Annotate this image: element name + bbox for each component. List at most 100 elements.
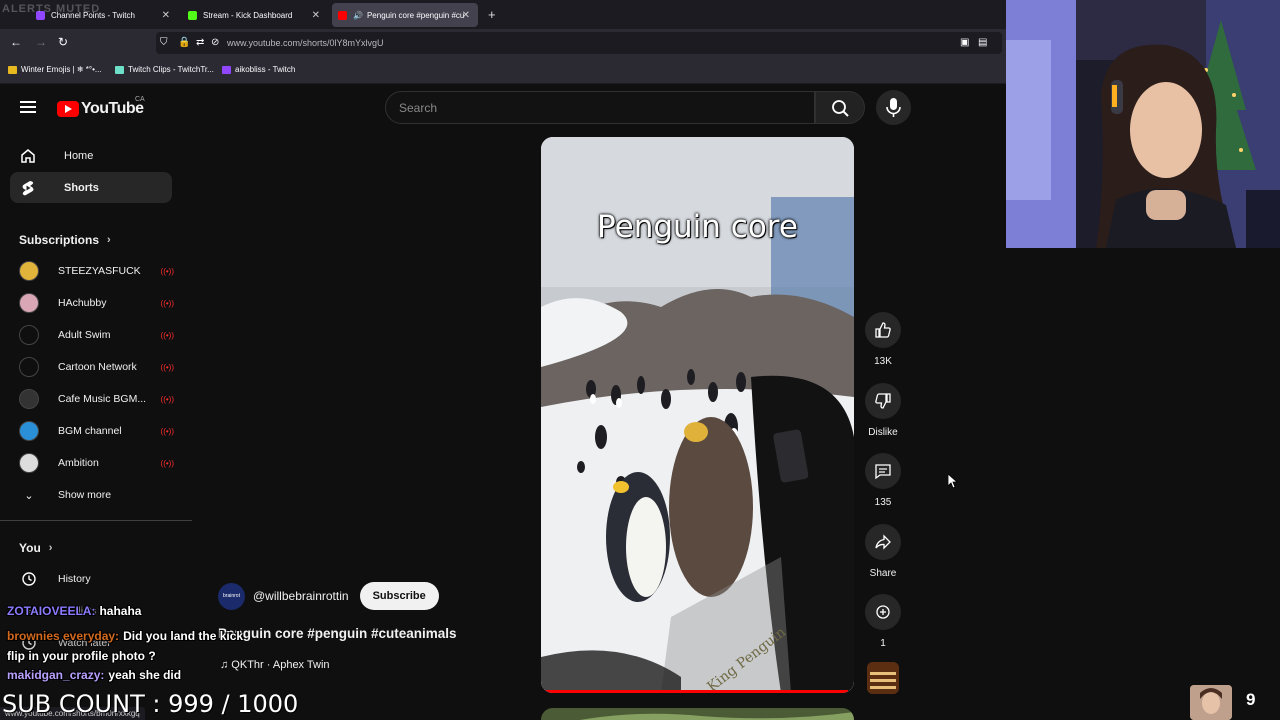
address-bar[interactable]: ⛉ 🔒 ⇄ ⊘ www.youtube.com/shorts/0lY8mYxlv…	[156, 32, 1002, 54]
youtube-logo[interactable]: YouTube	[57, 100, 144, 118]
sound-thumbnail[interactable]	[867, 662, 899, 694]
sidebar-item-history[interactable]: History	[19, 565, 174, 593]
lock-icon[interactable]: 🔒	[178, 37, 190, 48]
kick-icon	[188, 10, 197, 20]
subscriptions-header[interactable]: Subscriptions ›	[19, 233, 111, 247]
chat-username: brownies everyday:	[7, 629, 120, 643]
picture-in-picture-icon[interactable]: ▣	[960, 37, 969, 48]
speaker-icon: 🔊	[353, 10, 363, 20]
reload-icon[interactable]: ↻	[58, 35, 68, 49]
chat-message: makidgan_crazy: yeah she did	[7, 668, 181, 682]
tab-kick-dashboard[interactable]: Stream - Kick Dashboard ✕	[182, 3, 328, 27]
live-icon: ((•))	[160, 330, 174, 340]
new-tab-button[interactable]: +	[488, 7, 496, 22]
channel-avatar	[19, 453, 39, 473]
channel-avatar	[19, 421, 39, 441]
thumbs-down-button[interactable]	[865, 382, 901, 419]
subscription-item[interactable]: HAchubby ((•))	[19, 289, 174, 317]
history-icon	[19, 571, 39, 587]
action-label: 1	[880, 638, 886, 649]
video-progress-bar[interactable]	[541, 690, 848, 693]
bookmark-winter-emojis[interactable]: Winter Emojis | ❄ *°•...	[8, 65, 102, 74]
thumbs-up-button[interactable]	[865, 312, 901, 348]
voice-search-button[interactable]	[876, 90, 911, 125]
search-button[interactable]	[815, 91, 865, 124]
country-code: CA	[135, 96, 145, 103]
subscription-item[interactable]: Ambition ((•))	[19, 449, 174, 477]
thumbs-up-action[interactable]: 13K	[862, 312, 904, 367]
webcam-image	[1006, 0, 1280, 248]
menu-icon[interactable]	[20, 101, 36, 113]
reader-view-icon[interactable]: ▤	[978, 37, 987, 48]
share-button[interactable]	[865, 523, 901, 560]
subscription-name: Adult Swim	[58, 329, 111, 341]
bookmark-label: Winter Emojis | ❄ *°•...	[21, 65, 102, 74]
bookmark-label: Twitch Clips - TwitchTr...	[128, 65, 214, 74]
thumbs-down-action[interactable]: Dislike	[862, 382, 904, 438]
you-header[interactable]: You ›	[19, 541, 52, 555]
chevron-right-icon: ›	[107, 234, 111, 246]
remix-button[interactable]	[865, 594, 901, 630]
thumbs-up-icon	[874, 321, 892, 339]
shield-icon[interactable]: ⛉	[160, 37, 168, 48]
search-input[interactable]: Search	[385, 91, 815, 124]
channel-avatar	[19, 293, 39, 313]
sidebar-item-label: Home	[64, 149, 94, 162]
short-video-player[interactable]: King Penguin Penguin core	[541, 137, 854, 693]
bookmark-aikobliss[interactable]: aikobliss - Twitch	[222, 65, 295, 74]
show-more-label: Show more	[58, 489, 112, 501]
close-icon[interactable]: ✕	[462, 10, 470, 21]
live-icon: ((•))	[160, 394, 174, 404]
subscription-item[interactable]: BGM channel ((•))	[19, 417, 174, 445]
home-icon	[19, 147, 37, 165]
subscription-item[interactable]: Cafe Music BGM... ((•))	[19, 385, 174, 413]
show-more-button[interactable]: ⌄ Show more	[19, 481, 174, 509]
history-label: History	[58, 573, 91, 585]
subscription-item[interactable]: STEEZYASFUCK ((•))	[19, 257, 174, 285]
sidebar-item-shorts[interactable]: Shorts	[10, 172, 172, 203]
channel-row: brainrot @willbebrainrottin Subscribe	[218, 582, 439, 610]
youtube-page: YouTube CA Search Home Shorts Subscripti…	[0, 84, 1259, 720]
search-icon	[832, 100, 849, 117]
subscription-name: Cafe Music BGM...	[58, 393, 147, 405]
chat-message: ZOTAIOVEELA: hahaha	[7, 604, 141, 618]
live-icon: ((•))	[160, 298, 174, 308]
channel-avatar	[19, 261, 39, 281]
bookmark-twitch-clips[interactable]: Twitch Clips - TwitchTr...	[115, 65, 214, 74]
autoplay-blocked-icon[interactable]: ⊘	[211, 37, 219, 48]
youtube-play-icon	[57, 101, 79, 117]
channel-name[interactable]: @willbebrainrottin	[253, 589, 349, 603]
close-icon[interactable]: ✕	[162, 10, 170, 21]
tab-bar: Channel Points - Twitch ✕ Stream - Kick …	[0, 0, 1006, 29]
navigation-bar: ← → ↻ ⛉ 🔒 ⇄ ⊘ www.youtube.com/shorts/0lY…	[0, 29, 1006, 57]
action-label: 135	[874, 497, 892, 508]
sidebar-divider	[0, 520, 192, 521]
youtube-icon	[338, 10, 347, 20]
channel-avatar	[19, 325, 39, 345]
sidebar-item-label: Shorts	[64, 181, 99, 194]
sidebar-item-home[interactable]: Home	[10, 140, 172, 171]
viewer-avatar	[1190, 685, 1232, 720]
back-icon[interactable]: ←	[10, 35, 22, 49]
remix-action[interactable]: 1	[862, 594, 904, 649]
comment-action[interactable]: 135	[862, 453, 904, 508]
tab-youtube-short[interactable]: 🔊 Penguin core #penguin #cu ✕	[332, 3, 478, 27]
chat-username: makidgan_crazy:	[7, 668, 105, 682]
microphone-icon	[886, 98, 901, 117]
close-icon[interactable]: ✕	[312, 10, 320, 21]
chat-username: ZOTAIOVEELA:	[7, 604, 96, 618]
remix-icon	[874, 603, 892, 621]
forward-icon[interactable]: →	[35, 35, 47, 49]
subscribe-button[interactable]: Subscribe	[359, 582, 439, 610]
permissions-icon[interactable]: ⇄	[196, 37, 204, 48]
bookmark-label: aikobliss - Twitch	[235, 65, 296, 74]
comment-button[interactable]	[865, 453, 901, 489]
tab-label: Stream - Kick Dashboard	[203, 10, 293, 20]
action-label: 13K	[874, 356, 892, 367]
subscription-item[interactable]: Adult Swim ((•))	[19, 321, 174, 349]
channel-avatar[interactable]: brainrot	[218, 582, 245, 610]
url-text: www.youtube.com/shorts/0lY8mYxlvgU	[227, 38, 384, 48]
next-short-preview[interactable]	[541, 708, 854, 720]
share-action[interactable]: Share	[862, 523, 904, 579]
subscription-item[interactable]: Cartoon Network ((•))	[19, 353, 174, 381]
